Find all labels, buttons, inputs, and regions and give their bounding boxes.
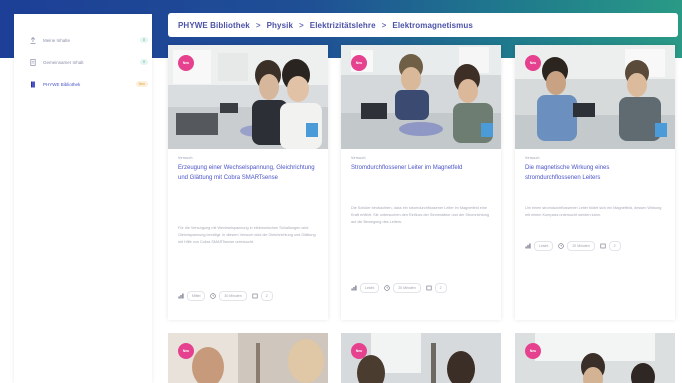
sidebar-item-label: Gemeinsamer Inhalt <box>43 59 84 65</box>
card-title[interactable]: Erzeugung einer Wechselspannung, Gleichr… <box>178 163 318 183</box>
count-badge: 0 <box>140 37 148 43</box>
breadcrumb-item: Elektromagnetismus <box>392 20 473 30</box>
level-value: Leicht <box>360 283 380 293</box>
duration-info: 30 Minuten <box>210 291 247 301</box>
sidebar-item-label: Meine Inhalte <box>43 37 71 43</box>
level-icon <box>178 293 184 299</box>
level-icon <box>525 243 531 249</box>
sidebar-item-my-content[interactable]: Meine Inhalte 0 <box>30 34 148 46</box>
level-info: Mittel <box>178 291 206 301</box>
card-photo: Neu <box>168 45 328 149</box>
sidebar-item-label: PHYWE Bibliothek <box>43 81 81 87</box>
count-badge: 0 <box>140 59 148 65</box>
experiment-card[interactable]: Neu <box>341 333 501 383</box>
book-icon <box>30 81 36 88</box>
experiment-card[interactable]: Neu Versuch Stromdurchflossener Leiter i… <box>341 45 501 320</box>
clock-icon <box>558 243 565 249</box>
pages-value: 2 <box>608 241 621 251</box>
breadcrumb-item[interactable]: PHYWE Bibliothek <box>178 21 250 30</box>
new-badge: Neu <box>525 55 541 71</box>
clock-icon <box>210 293 217 299</box>
card-description: Um einen stromdurchflossenen Leiter bild… <box>525 206 662 217</box>
level-icon <box>351 285 357 291</box>
breadcrumb-separator: > <box>381 20 387 30</box>
card-meta: Leicht 20 Minuten 2 <box>525 241 626 251</box>
card-photo <box>341 333 501 383</box>
pages-info: 2 <box>426 283 447 293</box>
new-badge: Neu <box>178 55 194 71</box>
new-badge: Neu <box>178 343 194 359</box>
pages-icon <box>426 285 432 291</box>
duration-value: 20 Minuten <box>393 283 421 293</box>
card-photo <box>168 333 328 383</box>
pages-icon <box>252 293 258 299</box>
duration-value: 20 Minuten <box>567 241 595 251</box>
clock-icon <box>384 285 391 291</box>
breadcrumb: PHYWE Bibliothek > Physik > Elektrizität… <box>168 13 678 37</box>
experiment-card[interactable]: Neu <box>515 333 675 383</box>
pages-value: 2 <box>434 283 447 293</box>
document-icon <box>30 58 36 66</box>
duration-info: 20 Minuten <box>558 241 595 251</box>
card-photo <box>515 333 675 383</box>
sidebar-item-library[interactable]: PHYWE Bibliothek Neu <box>30 78 148 90</box>
breadcrumb-item[interactable]: Elektrizitätslehre <box>310 21 376 30</box>
new-badge: Neu <box>525 343 541 359</box>
pages-value: 2 <box>260 291 273 301</box>
card-meta: Mittel 30 Minuten 2 <box>178 291 278 301</box>
breadcrumb-separator: > <box>255 20 261 30</box>
experiment-card[interactable]: Neu Versuch Erzeugung einer Wechselspann… <box>168 45 328 320</box>
card-title[interactable]: Die magnetische Wirkung eines stromdurch… <box>525 163 665 183</box>
breadcrumb-item[interactable]: Physik <box>267 21 293 30</box>
experiment-card[interactable]: Neu Versuch Die magnetische Wirkung eine… <box>515 45 675 320</box>
new-badge: Neu <box>135 81 148 87</box>
duration-info: 20 Minuten <box>384 283 421 293</box>
card-photo: Neu <box>515 45 675 149</box>
card-title[interactable]: Stromdurchflossener Leiter im Magnetfeld <box>351 163 491 173</box>
card-category: Versuch <box>525 156 540 160</box>
sidebar-item-shared-content[interactable]: Gemeinsamer Inhalt 0 <box>30 56 148 68</box>
pages-info: 2 <box>600 241 621 251</box>
upload-icon <box>30 36 36 44</box>
card-category: Versuch <box>351 156 366 160</box>
breadcrumb-separator: > <box>299 20 304 30</box>
card-description: Die Schüler beobachten, dass ein stromdu… <box>351 206 490 224</box>
level-value: Mittel <box>187 291 206 301</box>
card-meta: Leicht 20 Minuten 2 <box>351 283 452 293</box>
new-badge: Neu <box>351 55 367 71</box>
card-photo: Neu <box>341 45 501 149</box>
pages-icon <box>600 243 606 249</box>
pages-info: 2 <box>252 291 273 301</box>
duration-value: 30 Minuten <box>219 291 247 301</box>
level-info: Leicht <box>351 283 380 293</box>
sidebar: Meine Inhalte 0 Gemeinsamer Inhalt 0 PHY… <box>14 14 152 383</box>
new-badge: Neu <box>351 343 367 359</box>
level-info: Leicht <box>525 241 554 251</box>
level-value: Leicht <box>534 241 554 251</box>
card-category: Versuch <box>178 156 193 160</box>
experiment-card[interactable]: Neu <box>168 333 328 383</box>
card-description: Für die Versorgung mit Wechselspannung i… <box>178 226 316 244</box>
